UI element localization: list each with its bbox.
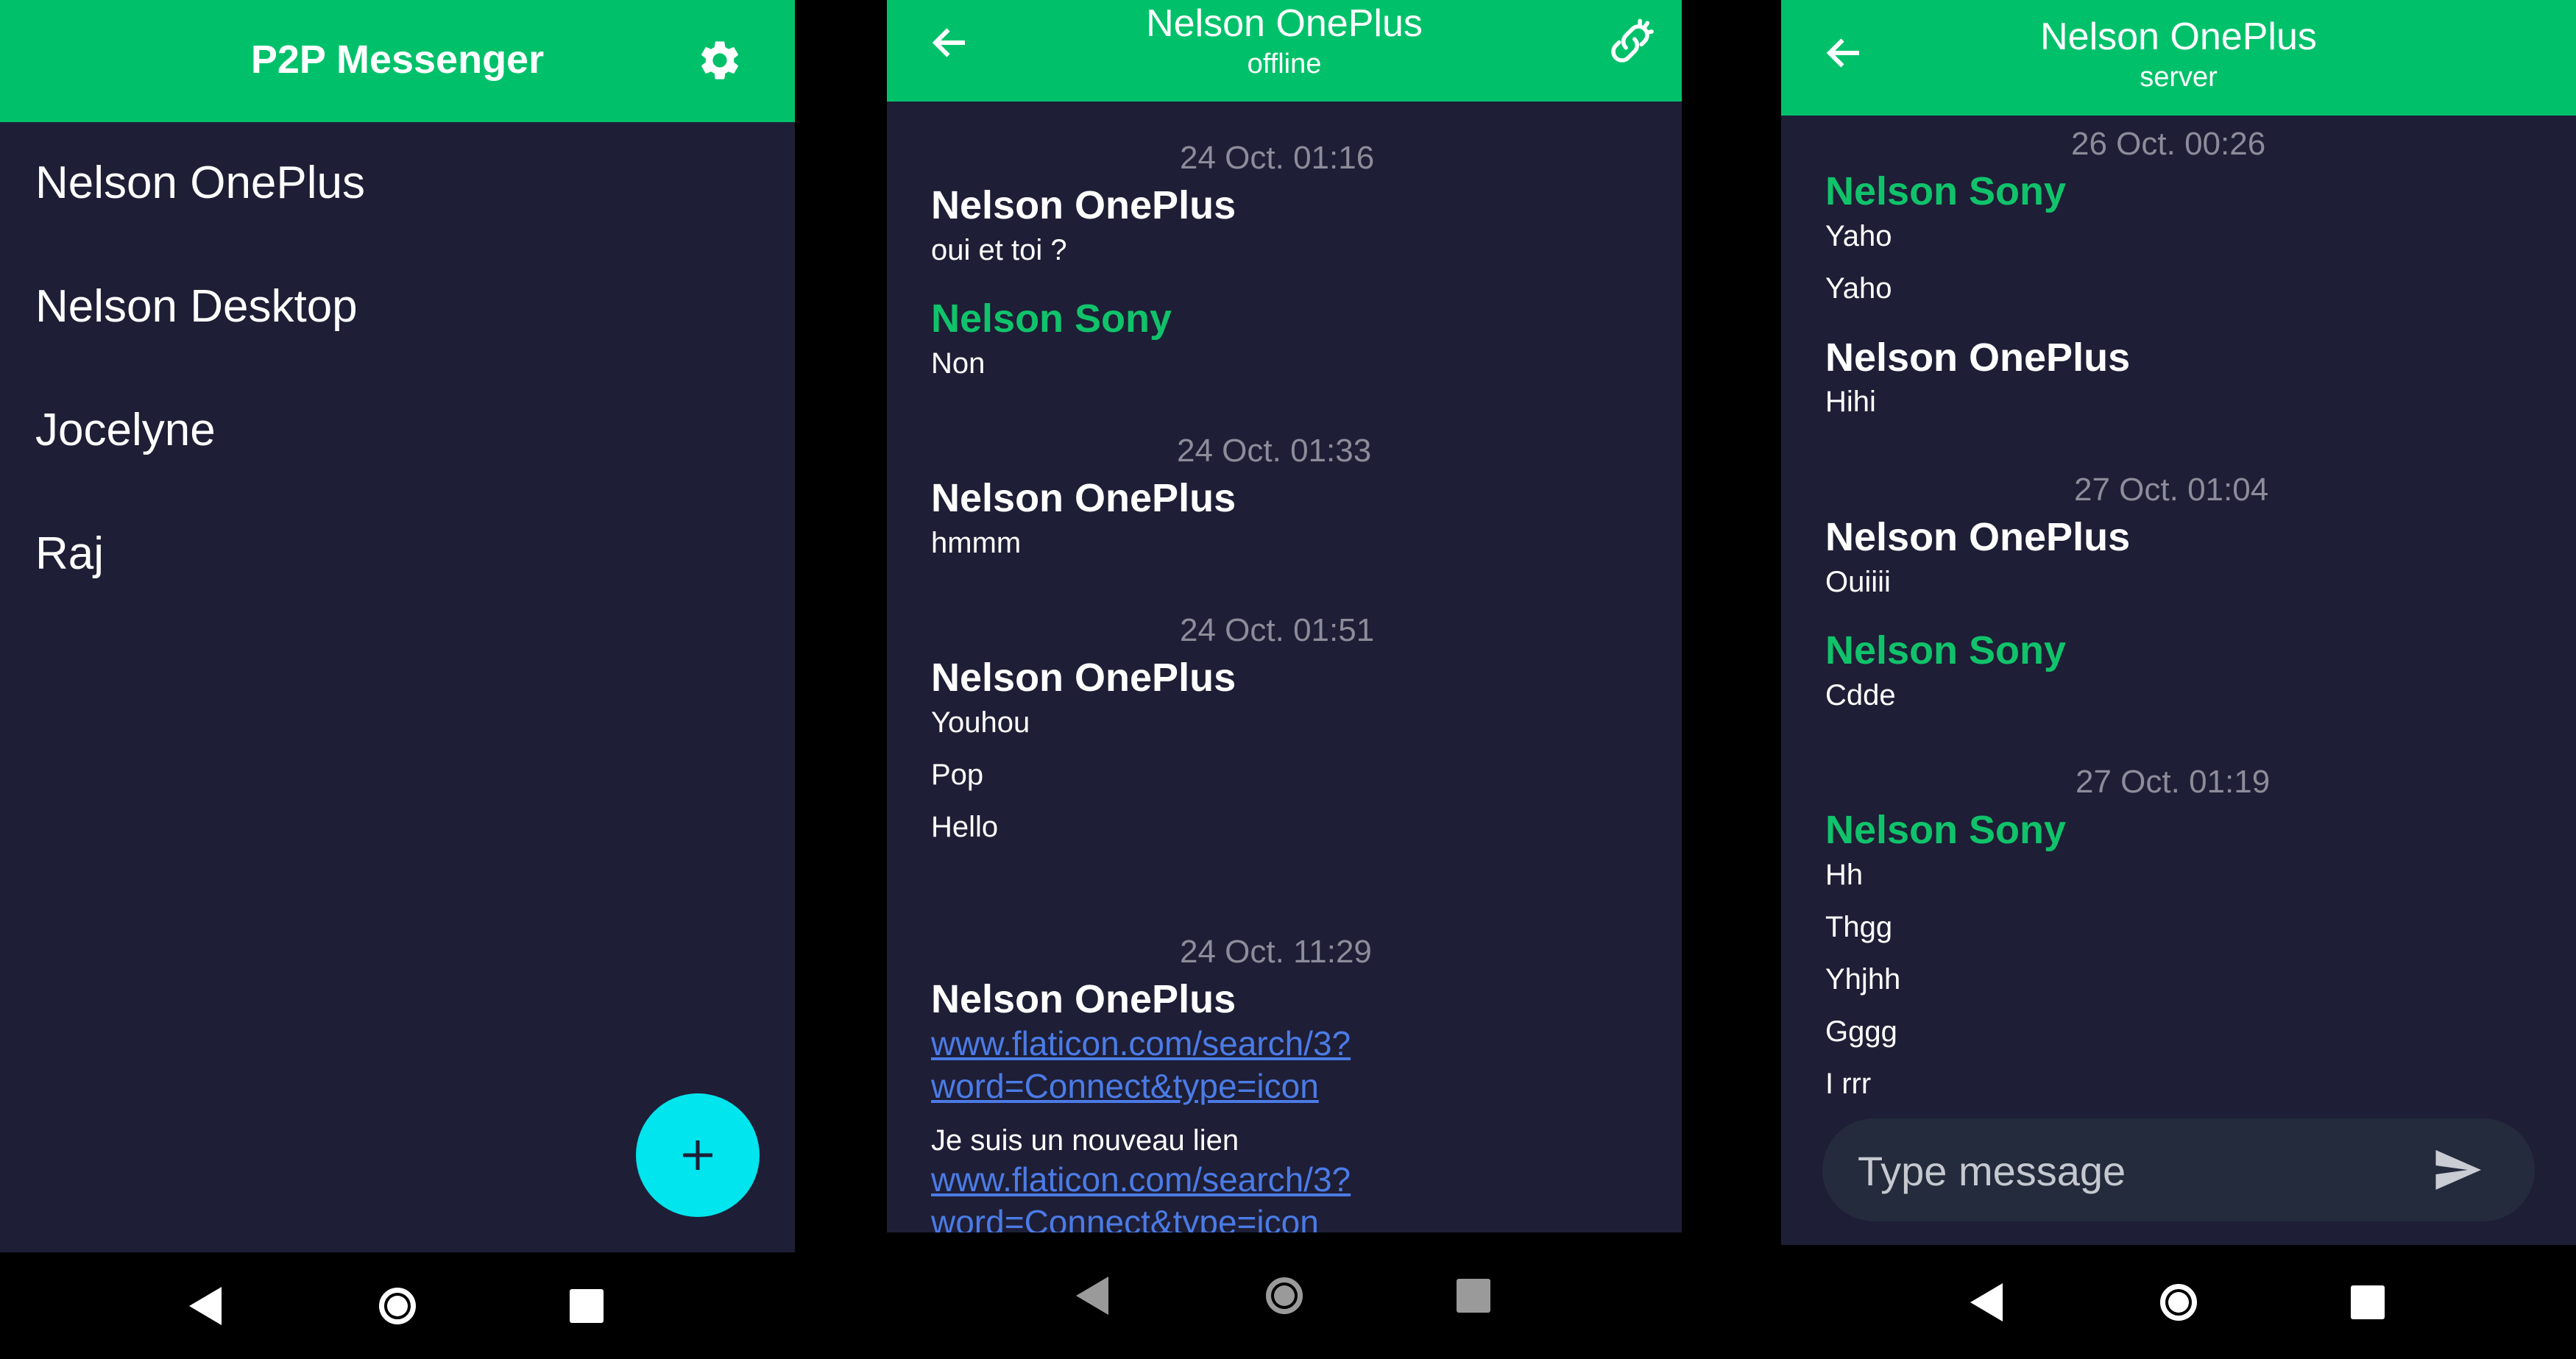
message-timestamp: 24 Oct. 01:16 bbox=[1180, 140, 1375, 176]
contact-item[interactable]: Nelson OnePlus bbox=[35, 157, 365, 209]
message-text: Non bbox=[931, 347, 986, 380]
chat-title: Nelson OnePlus bbox=[2040, 15, 2317, 58]
message-sender: Nelson Sony bbox=[931, 297, 1172, 341]
message-sender: Nelson OnePlus bbox=[931, 656, 1236, 700]
nav-recents-button[interactable] bbox=[1457, 1279, 1490, 1313]
message-text: Yaho bbox=[1825, 220, 1892, 252]
message-sender: Nelson Sony bbox=[1825, 169, 2067, 213]
app-bar: Nelson OnePlus offline bbox=[887, 0, 1682, 102]
message-sender: Nelson Sony bbox=[1825, 808, 2067, 852]
message-link[interactable]: www.flaticon.com/search/3? bbox=[931, 1160, 1351, 1199]
message-text: Pop bbox=[931, 759, 984, 791]
message-list: 24 Oct. 01:16 Nelson OnePlus oui et toi … bbox=[887, 102, 1682, 1232]
message-text: Cdde bbox=[1825, 679, 1896, 712]
nav-back-button[interactable] bbox=[1970, 1282, 2003, 1321]
nav-home-button[interactable] bbox=[2160, 1283, 2197, 1321]
message-text: Youhou bbox=[931, 706, 1030, 739]
message-text: oui et toi ? bbox=[931, 234, 1067, 266]
message-link[interactable]: www.flaticon.com/search/3? bbox=[931, 1023, 1351, 1063]
message-sender: Nelson OnePlus bbox=[1825, 336, 2131, 380]
message-input-bar bbox=[1822, 1118, 2535, 1223]
chat-status: offline bbox=[1247, 49, 1322, 79]
message-link[interactable]: word=Connect&type=icon bbox=[931, 1066, 1319, 1106]
message-text: Thgg bbox=[1825, 911, 1893, 943]
message-text: Gggg bbox=[1825, 1015, 1897, 1048]
contact-item[interactable]: Nelson Desktop bbox=[35, 280, 358, 333]
plus-icon bbox=[683, 1140, 712, 1170]
app-bar: Nelson OnePlus server bbox=[1781, 0, 2576, 116]
message-sender: Nelson OnePlus bbox=[931, 183, 1236, 227]
message-text: Hello bbox=[931, 811, 999, 843]
broken-link-icon[interactable] bbox=[1604, 18, 1656, 69]
message-timestamp: 27 Oct. 01:04 bbox=[2074, 472, 2269, 508]
system-nav-bar bbox=[1781, 1245, 2576, 1359]
nav-recents-button[interactable] bbox=[2351, 1285, 2385, 1319]
contact-item[interactable]: Jocelyne bbox=[35, 404, 216, 456]
message-text: Ouiiii bbox=[1825, 566, 1891, 598]
app-title: P2P Messenger bbox=[250, 38, 545, 82]
chat-status: server bbox=[2140, 62, 2218, 93]
screen-chat-server: Nelson OnePlus server 26 Oct. 00:26 Nels… bbox=[1781, 0, 2576, 1245]
message-text: Yaho bbox=[1825, 272, 1892, 305]
message-timestamp: 26 Oct. 00:26 bbox=[2071, 126, 2266, 162]
screen-chat-offline: Nelson OnePlus offline 24 Oct. 01:16 Nel… bbox=[887, 0, 1682, 1232]
message-text: Yhjhh bbox=[1825, 963, 1901, 996]
message-timestamp: 24 Oct. 11:29 bbox=[1180, 934, 1372, 970]
send-icon[interactable] bbox=[2430, 1143, 2483, 1196]
message-text: I rrr bbox=[1825, 1068, 1872, 1098]
message-list: 26 Oct. 00:26 Nelson Sony Yaho Yaho Nels… bbox=[1781, 116, 2576, 1098]
app-bar: P2P Messenger bbox=[0, 0, 795, 122]
message-text: Hihi bbox=[1825, 386, 1876, 418]
message-input[interactable] bbox=[1856, 1118, 2360, 1223]
message-sender: Nelson OnePlus bbox=[931, 476, 1236, 520]
screen-contacts: P2P Messenger Nelson OnePlus Nelson Desk… bbox=[0, 0, 795, 1252]
message-timestamp: 24 Oct. 01:51 bbox=[1180, 612, 1375, 648]
message-sender: Nelson OnePlus bbox=[1825, 515, 2131, 559]
nav-recents-button[interactable] bbox=[570, 1288, 604, 1323]
add-contact-button[interactable] bbox=[636, 1093, 760, 1217]
message-timestamp: 27 Oct. 01:19 bbox=[2076, 764, 2271, 800]
message-text: hmmm bbox=[931, 527, 1022, 559]
message-timestamp: 24 Oct. 01:33 bbox=[1177, 433, 1372, 469]
gear-icon[interactable] bbox=[696, 37, 743, 84]
system-nav-bar bbox=[0, 1252, 795, 1359]
system-nav-bar bbox=[887, 1232, 1682, 1359]
message-text: Hh bbox=[1825, 859, 1864, 891]
nav-home-button[interactable] bbox=[379, 1287, 416, 1324]
message-link[interactable]: word=Connect&type=icon bbox=[931, 1202, 1319, 1232]
contact-item[interactable]: Raj bbox=[35, 528, 104, 580]
message-sender: Nelson Sony bbox=[1825, 628, 2067, 673]
message-sender: Nelson OnePlus bbox=[931, 977, 1236, 1021]
nav-back-button[interactable] bbox=[189, 1286, 222, 1325]
nav-back-button[interactable] bbox=[1076, 1277, 1108, 1315]
chat-title: Nelson OnePlus bbox=[1146, 2, 1423, 45]
nav-home-button[interactable] bbox=[1266, 1277, 1303, 1314]
message-text: Je suis un nouveau lien bbox=[931, 1124, 1239, 1157]
